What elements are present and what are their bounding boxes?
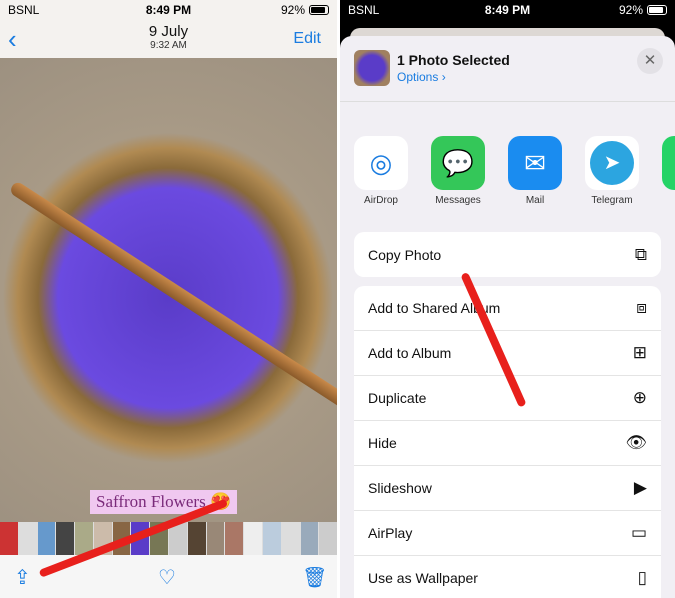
share-sheet-screen: BSNL 8:49 PM 92% 1 Photo Selected Option… [340,0,675,598]
heart-icon[interactable]: ♡ [158,565,176,590]
mail-icon: ✉ [508,136,562,190]
airdrop-icon: ◎ [354,136,408,190]
eye-slash-icon: 👁 [625,433,647,452]
app-row: ◎ AirDrop 💬 Messages ✉ Mail ➤ Telegram ✆ Wh [354,136,675,206]
action-label: Duplicate [368,390,427,406]
app-label: Mail [525,195,545,206]
clock: 8:49 PM [145,3,192,17]
nav-bar: ‹ 9 July 9:32 AM Edit [0,20,337,58]
app-label: Telegram [591,195,633,206]
app-whatsapp[interactable]: ✆ Wh [662,136,675,206]
action-slideshow[interactable]: Slideshow ▶ [354,466,661,511]
app-label: AirDrop [364,195,398,206]
airplay-icon: ▭ [630,523,647,542]
add-album-icon: ⊞ [632,343,647,362]
action-airplay[interactable]: AirPlay ▭ [354,511,661,556]
action-use-as-wallpaper[interactable]: Use as Wallpaper ▯ [354,556,661,598]
app-messages[interactable]: 💬 Messages [431,136,485,206]
action-label: AirPlay [368,525,413,541]
action-hide[interactable]: Hide 👁 [354,421,661,466]
share-sheet: 1 Photo Selected Options › ✕ ◎ AirDrop 💬 M… [340,36,675,598]
photo-image[interactable] [0,58,337,522]
action-label: Use as Wallpaper [368,570,478,586]
options-link[interactable]: Options › [397,70,446,84]
photo-time: 9:32 AM [150,40,187,51]
action-label: Add to Album [368,345,452,361]
phone-icon: ▯ [637,568,647,587]
share-header: 1 Photo Selected Options › ✕ [340,36,675,102]
duplicate-icon: ⊕ [632,388,647,407]
share-icon[interactable]: ⇪ [14,565,31,590]
app-label: Messages [435,195,481,206]
messages-icon: 💬 [431,136,485,190]
trash-icon[interactable]: 🗑 [302,565,327,590]
action-label: Hide [368,435,397,451]
photo-date: 9 July [148,23,189,40]
whatsapp-icon: ✆ [662,136,675,190]
action-label: Copy Photo [368,246,442,263]
app-telegram[interactable]: ➤ Telegram [585,136,639,206]
photos-screen: BSNL 8:49 PM 92% ‹ 9 July 9:32 AM Edit S… [0,0,337,598]
edit-button[interactable]: Edit [293,30,321,48]
telegram-icon: ➤ [590,141,634,185]
play-icon: ▶ [633,478,647,497]
bottom-toolbar: ⇪ ♡ 🗑 [0,555,337,598]
copy-icon: ⧉ [634,244,647,264]
action-label: Slideshow [368,480,432,496]
app-airdrop[interactable]: ◎ AirDrop [354,136,408,206]
action-add-to-shared-album[interactable]: Add to Shared Album ⧈ [354,286,661,331]
app-mail[interactable]: ✉ Mail [508,136,562,206]
basket-handle [8,180,337,410]
selected-photo-thumbnail [354,50,390,86]
app-label: Wh [662,195,675,206]
status-bar: BSNL 8:49 PM 92% [0,0,337,20]
shared-album-icon: ⧈ [636,298,647,317]
share-title: 1 Photo Selected [397,52,510,68]
clock: 8:49 PM [484,3,531,17]
status-bar: BSNL 8:49 PM 92% [340,0,675,20]
action-copy-photo[interactable]: Copy Photo ⧉ [354,232,661,277]
close-button[interactable]: ✕ [637,48,663,74]
